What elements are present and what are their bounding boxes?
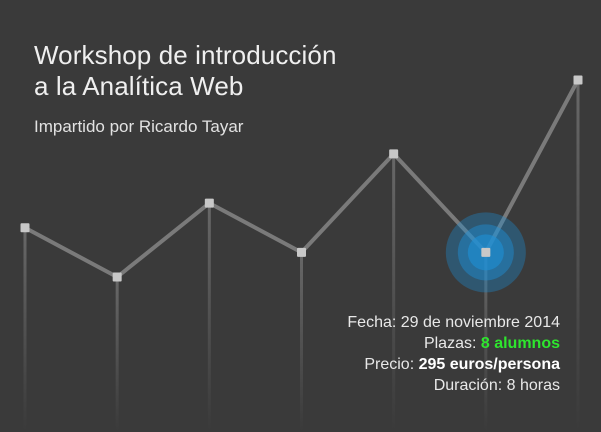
drop-line-1 — [23, 227, 27, 432]
drop-line-2 — [115, 277, 119, 432]
banner-subtitle: Impartido por Ricardo Tayar — [34, 117, 244, 136]
title-line-1: Workshop de introducción — [34, 40, 337, 70]
detail-fecha: Fecha: 29 de noviembre 2014 — [347, 312, 560, 333]
detail-duracion: Duración: 8 horas — [347, 375, 560, 396]
drop-line-4 — [300, 252, 303, 432]
detail-plazas: Plazas: 8 alumnos — [347, 333, 560, 354]
fecha-label: Fecha: — [347, 314, 397, 331]
precio-value: 295 euros/persona — [418, 356, 560, 373]
title-line-2: a la Analítica Web — [34, 71, 244, 101]
detail-precio: Precio: 295 euros/persona — [347, 354, 560, 375]
point-marker-5 — [389, 149, 399, 159]
drop-line-3 — [207, 203, 211, 432]
plazas-label: Plazas: — [423, 335, 477, 352]
point-marker-6 — [481, 247, 491, 257]
workshop-banner: Workshop de introducción a la Analítica … — [0, 0, 601, 432]
precio-label: Precio: — [364, 356, 415, 373]
duracion-label: Duración: — [433, 377, 503, 394]
event-details: Fecha: 29 de noviembre 2014 Plazas: 8 al… — [347, 312, 560, 396]
duracion-value: 8 horas — [506, 377, 560, 394]
point-marker-2 — [112, 272, 122, 282]
fecha-value: 29 de noviembre 2014 — [400, 314, 560, 331]
point-marker-4 — [297, 247, 306, 257]
banner-title: Workshop de introducción a la Analítica … — [34, 40, 337, 102]
point-marker-1 — [20, 223, 30, 233]
point-marker-7 — [573, 75, 583, 85]
drop-line-7 — [576, 80, 580, 432]
point-marker-3 — [204, 198, 214, 208]
plazas-value: 8 alumnos — [480, 335, 560, 352]
